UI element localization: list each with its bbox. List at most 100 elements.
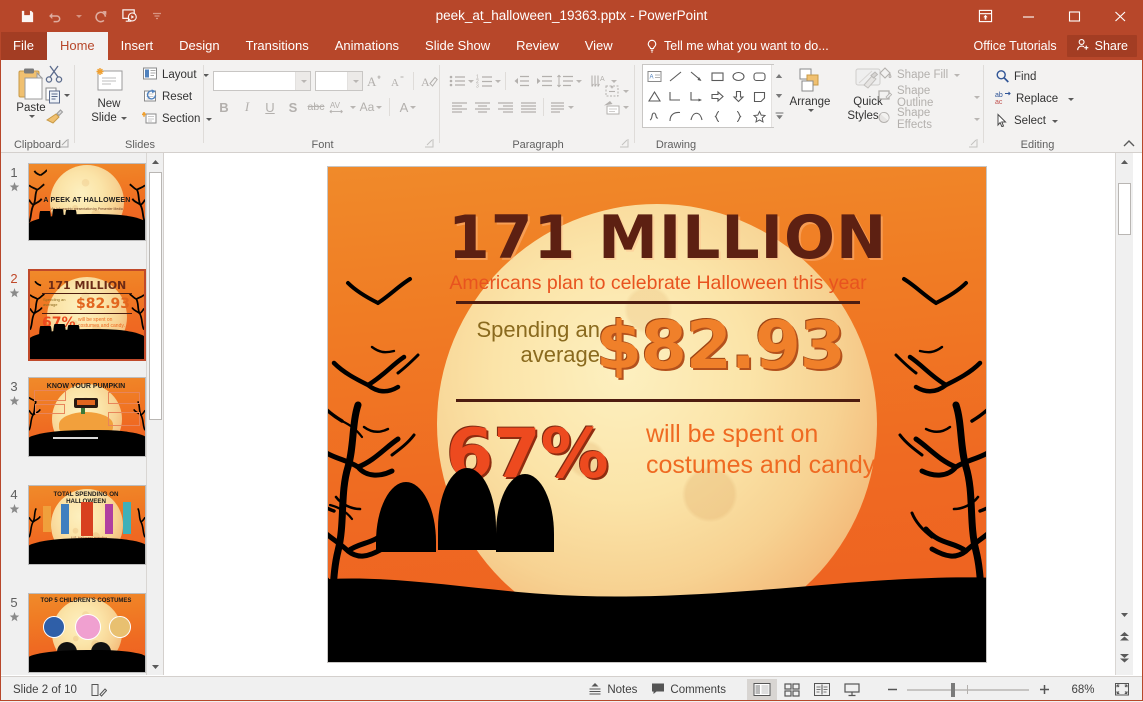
character-spacing-dropdown-icon[interactable]: [350, 106, 356, 109]
comments-button[interactable]: Comments: [644, 679, 733, 700]
bold-button[interactable]: B: [213, 96, 235, 118]
tab-view[interactable]: View: [572, 32, 626, 60]
minimize-button[interactable]: [1005, 0, 1051, 32]
spending-label[interactable]: Spending an average: [450, 317, 600, 367]
tab-home[interactable]: Home: [47, 32, 108, 60]
character-spacing-button[interactable]: AV: [328, 96, 356, 118]
reading-view-button[interactable]: [807, 679, 837, 700]
copy-dropdown-icon[interactable]: [64, 94, 70, 97]
shape-down-arrow[interactable]: [728, 86, 749, 106]
shape-triangle[interactable]: [644, 86, 665, 106]
slide-thumbnail-2[interactable]: 171 MILLION Spending anaverage $82.93 67…: [28, 269, 146, 361]
center-button[interactable]: [471, 96, 493, 118]
share-button[interactable]: Share: [1067, 35, 1137, 57]
text-shadow-button[interactable]: S: [282, 96, 304, 118]
shape-fill-button[interactable]: Shape Fill: [873, 64, 964, 86]
bullets-dropdown-icon[interactable]: [468, 80, 474, 83]
replace-button[interactable]: abac Replace: [991, 88, 1078, 110]
spending-amount[interactable]: $82.93: [596, 307, 845, 384]
shape-elbow-arrow-connector[interactable]: [686, 86, 707, 106]
line-spacing-dropdown-icon[interactable]: [576, 80, 582, 83]
zoom-out-button[interactable]: [877, 679, 907, 700]
thumbnail-scroll-up-button[interactable]: [147, 153, 164, 170]
shape-star[interactable]: [749, 106, 770, 126]
clear-formatting-button[interactable]: A: [418, 70, 440, 92]
strikethrough-button[interactable]: abc: [305, 96, 327, 118]
align-text-dropdown-icon[interactable]: [623, 90, 629, 93]
justify-button[interactable]: [517, 96, 539, 118]
line-spacing-button[interactable]: [556, 70, 582, 92]
slide-subheadline[interactable]: Americans plan to celebrate Halloween th…: [428, 272, 888, 295]
thumbnail-row-2[interactable]: 2 171 MILLION Spending anaverage $82.93: [0, 269, 163, 361]
animation-star-icon[interactable]: [9, 396, 20, 410]
shapes-gallery[interactable]: A: [642, 64, 774, 128]
shape-fill-dropdown-icon[interactable]: [954, 74, 960, 77]
shape-rectangle[interactable]: [707, 66, 728, 86]
shape-outline-button[interactable]: Shape Outline: [873, 86, 984, 108]
thumbnail-row-3[interactable]: 3 KNOW YOUR PUMPKIN: [0, 377, 163, 457]
change-case-button[interactable]: Aa: [357, 96, 385, 118]
decrease-indent-button[interactable]: [510, 70, 532, 92]
thumbnail-row-5[interactable]: 5 TOP 5 CHILDREN'S COSTUMES: [0, 593, 163, 673]
cut-button[interactable]: [44, 64, 64, 87]
tab-design[interactable]: Design: [166, 32, 232, 60]
ribbon-display-options-icon[interactable]: [965, 0, 1005, 32]
font-dialog-launcher[interactable]: [424, 137, 436, 149]
animation-star-icon[interactable]: [9, 612, 20, 626]
slide-scroll-down-button[interactable]: [1116, 606, 1133, 623]
slide-thumbnail-5[interactable]: TOP 5 CHILDREN'S COSTUMES: [28, 593, 146, 673]
italic-button[interactable]: I: [236, 96, 258, 118]
fit-slide-to-window-button[interactable]: [1107, 679, 1137, 700]
thumbnail-row-1[interactable]: 1 A PEEK AT HALLOWEEN An infographic pre…: [0, 163, 163, 241]
close-button[interactable]: [1097, 0, 1143, 32]
shape-elbow-connector[interactable]: [665, 86, 686, 106]
new-slide-button[interactable]: New Slide: [82, 63, 136, 133]
zoom-slider-handle[interactable]: [951, 683, 955, 697]
align-text-button[interactable]: [601, 80, 631, 102]
slide-thumbnail-3[interactable]: KNOW YOUR PUMPKIN: [28, 377, 146, 457]
format-painter-button[interactable]: [44, 108, 64, 129]
shape-line-arrow[interactable]: [686, 66, 707, 86]
select-button[interactable]: Select: [991, 110, 1062, 132]
slide-show-view-button[interactable]: [837, 679, 867, 700]
shape-right-arrow[interactable]: [707, 86, 728, 106]
columns-dropdown-icon[interactable]: [568, 106, 574, 109]
font-size-combo[interactable]: [315, 71, 363, 91]
layout-button[interactable]: Layout: [138, 64, 213, 86]
change-case-dropdown-icon[interactable]: [376, 106, 382, 109]
shape-arc[interactable]: [665, 106, 686, 126]
replace-dropdown-icon[interactable]: [1068, 98, 1074, 101]
zoom-level[interactable]: 68%: [1059, 679, 1107, 700]
account-name[interactable]: Office Tutorials: [964, 32, 1067, 60]
increase-indent-button[interactable]: [533, 70, 555, 92]
paste-dropdown-icon[interactable]: [29, 115, 35, 118]
font-color-dropdown-icon[interactable]: [410, 106, 416, 109]
next-slide-button[interactable]: [1116, 650, 1133, 667]
slide-area-scrollbar[interactable]: [1115, 153, 1133, 675]
animation-star-icon[interactable]: [9, 288, 20, 302]
font-color-button[interactable]: A: [394, 96, 422, 118]
animation-star-icon[interactable]: [9, 182, 20, 196]
numbering-button[interactable]: 123: [475, 70, 501, 92]
increase-font-size-button[interactable]: A: [364, 70, 386, 92]
bullets-button[interactable]: [448, 70, 474, 92]
shape-effects-button[interactable]: Shape Effects: [873, 108, 984, 130]
select-dropdown-icon[interactable]: [1052, 120, 1058, 123]
shape-oval[interactable]: [728, 66, 749, 86]
drawing-dialog-launcher[interactable]: [968, 137, 980, 149]
thumbnail-row-4[interactable]: 4 TOTAL SPENDING ON HALLOWEEN: [0, 485, 163, 565]
reset-button[interactable]: Reset: [138, 86, 196, 108]
decrease-font-size-button[interactable]: A: [387, 70, 409, 92]
shape-left-brace[interactable]: [707, 106, 728, 126]
animation-star-icon[interactable]: [9, 504, 20, 518]
notes-button[interactable]: Notes: [581, 679, 644, 700]
slide-indicator[interactable]: Slide 2 of 10: [6, 679, 84, 700]
shape-outline-dropdown-icon[interactable]: [974, 96, 980, 99]
tab-animations[interactable]: Animations: [322, 32, 412, 60]
tell-me-search[interactable]: Tell me what you want to do...: [640, 32, 835, 60]
collapse-ribbon-button[interactable]: [1121, 136, 1137, 150]
current-slide[interactable]: 171 MILLION Americans plan to celebrate …: [327, 166, 987, 663]
tab-slide-show[interactable]: Slide Show: [412, 32, 503, 60]
tab-insert[interactable]: Insert: [108, 32, 167, 60]
slide-thumbnail-pane[interactable]: 1 A PEEK AT HALLOWEEN An infographic pre…: [0, 153, 164, 675]
